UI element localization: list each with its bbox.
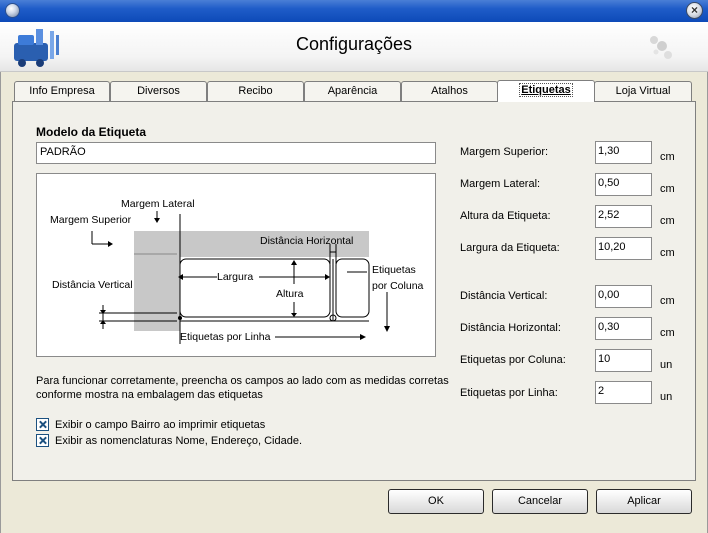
diagram-label-etiquetas-linha: Etiquetas por Linha — [180, 331, 271, 343]
tab-label: Atalhos — [431, 85, 468, 97]
largura-etiqueta-input[interactable]: 10,20 — [595, 237, 652, 260]
unit-label: un — [660, 391, 673, 403]
unit-label: cm — [660, 151, 675, 163]
diagram-label-distancia-horizontal: Distância Horizontal — [260, 235, 354, 247]
checkbox-label: Exibir as nomenclaturas Nome, Endereço, … — [55, 434, 303, 447]
tab-etiquetas[interactable]: Etiquetas — [497, 80, 595, 102]
window-header: Configurações — [0, 22, 708, 72]
field-label-etiquetas-linha: Etiquetas por Linha: — [460, 387, 558, 399]
system-menu-icon[interactable] — [5, 3, 20, 18]
etiquetas-coluna-input[interactable]: 10 — [595, 349, 652, 372]
checkbox-bairro[interactable] — [36, 418, 49, 431]
diagram-label-margem-lateral: Margem Lateral — [121, 198, 195, 210]
diagram-label-largura: Largura — [217, 271, 254, 283]
tab-label: Aparência — [327, 85, 378, 97]
side-margin-area — [134, 231, 180, 331]
unit-label: cm — [660, 327, 675, 339]
altura-etiqueta-input[interactable]: 2,52 — [595, 205, 652, 228]
tab-loja-virtual[interactable]: Loja Virtual — [594, 81, 692, 101]
tab-label: Loja Virtual — [615, 85, 671, 97]
unit-label: cm — [660, 183, 675, 195]
field-label-distancia-horizontal: Distância Horizontal: — [460, 322, 561, 334]
field-label-distancia-vertical: Distância Vertical: — [460, 290, 548, 302]
field-label-margem-lateral: Margem Lateral: — [460, 178, 541, 190]
label-rect-1 — [179, 258, 331, 318]
distancia-horizontal-input[interactable]: 0,30 — [595, 317, 652, 340]
margem-lateral-input[interactable]: 0,50 — [595, 173, 652, 196]
tab-recibo[interactable]: Recibo — [207, 81, 304, 101]
diagram-label-etiquetas-coluna-1: Etiquetas — [372, 264, 416, 276]
tab-atalhos[interactable]: Atalhos — [401, 81, 498, 101]
page-title: Configurações — [295, 34, 413, 54]
field-label-largura-etiqueta: Largura da Etiqueta: — [460, 242, 560, 254]
checkbox-nomenclaturas[interactable] — [36, 434, 49, 447]
checkbox-label: Exibir o campo Bairro ao imprimir etique… — [55, 418, 266, 431]
diagram-label-margem-superior: Margem Superior — [50, 214, 132, 226]
model-name-input[interactable]: PADRÃO — [36, 142, 436, 164]
tab-aparencia[interactable]: Aparência — [304, 81, 401, 101]
field-label-margem-superior: Margem Superior: — [460, 146, 549, 158]
tab-info-empresa[interactable]: Info Empresa — [14, 81, 110, 101]
field-label-altura-etiqueta: Altura da Etiqueta: — [460, 210, 551, 222]
title-bar: × — [0, 0, 708, 22]
checkbox-row-bairro[interactable]: Exibir o campo Bairro ao imprimir etique… — [36, 418, 265, 431]
unit-label: cm — [660, 247, 675, 259]
info-text: Para funcionar corretamente, preencha os… — [36, 375, 449, 401]
distancia-vertical-input[interactable]: 0,00 — [595, 285, 652, 308]
label-diagram: Margem Lateral Margem Superior Distância… — [36, 173, 436, 357]
tab-label: Etiquetas — [519, 83, 573, 97]
diagram-label-etiquetas-coluna-2: por Coluna — [372, 280, 424, 292]
decorative-bubbles-icon — [650, 36, 672, 59]
margem-superior-input[interactable]: 1,30 — [595, 141, 652, 164]
tab-label: Recibo — [238, 85, 273, 97]
ok-button[interactable]: OK — [388, 489, 484, 514]
apply-button[interactable]: Aplicar — [596, 489, 692, 514]
unit-label: cm — [660, 295, 675, 307]
etiquetas-linha-input[interactable]: 2 — [595, 381, 652, 404]
unit-label: un — [660, 359, 673, 371]
section-title: Modelo da Etiqueta — [36, 125, 147, 139]
cancel-button[interactable]: Cancelar — [492, 489, 588, 514]
tab-label: Info Empresa — [29, 85, 95, 97]
unit-label: cm — [660, 215, 675, 227]
tab-diversos[interactable]: Diversos — [110, 81, 207, 101]
field-label-etiquetas-coluna: Etiquetas por Coluna: — [460, 354, 566, 366]
checkbox-row-nomenclaturas[interactable]: Exibir as nomenclaturas Nome, Endereço, … — [36, 434, 302, 447]
close-button[interactable]: × — [686, 2, 703, 19]
diagram-label-altura: Altura — [276, 288, 304, 300]
diagram-label-distancia-vertical: Distância Vertical — [52, 279, 133, 291]
label-rect-2 — [335, 258, 370, 318]
tab-label: Diversos — [137, 85, 180, 97]
